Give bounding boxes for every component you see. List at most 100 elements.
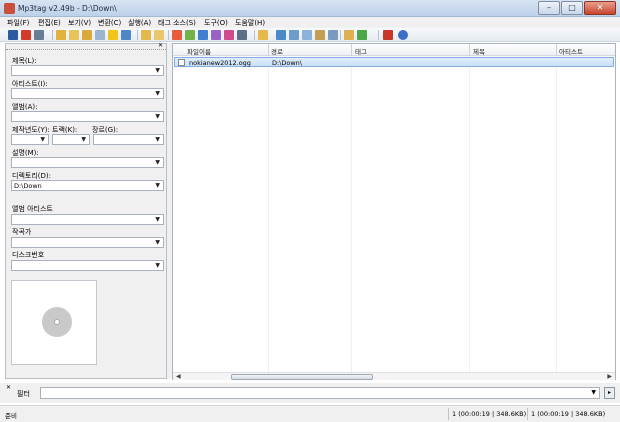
chevron-down-icon: ▼ bbox=[155, 67, 160, 74]
green-disc-icon[interactable] bbox=[357, 30, 367, 40]
chevron-down-icon: ▼ bbox=[155, 113, 160, 120]
status-selected: 1 (00:00:19 | 348.6KB) bbox=[452, 410, 527, 418]
menu-bar: 파일(F) 편집(E) 보기(V) 변환(C) 실행(A) 태그 소스(S) 도… bbox=[0, 17, 620, 28]
filename-to-tag-icon[interactable] bbox=[154, 30, 164, 40]
column-tag[interactable]: 태그 bbox=[355, 46, 367, 56]
playlist-icon[interactable] bbox=[95, 30, 105, 40]
column-artist[interactable]: 아티스트 bbox=[559, 46, 583, 56]
close-panel-icon[interactable]: ✕ bbox=[158, 42, 163, 49]
status-ready: 준비 bbox=[5, 412, 17, 420]
toolbar-separator bbox=[340, 30, 341, 40]
amazon-icon[interactable] bbox=[328, 30, 338, 40]
app-icon bbox=[4, 3, 15, 14]
album-field[interactable]: ▼ bbox=[11, 111, 164, 122]
file-list: 파일이름 경로 태그 제목 아티스트 nokianew2012.ogg D:\D… bbox=[172, 43, 616, 380]
chevron-down-icon: ▼ bbox=[155, 159, 160, 166]
menu-convert[interactable]: 변환(C) bbox=[98, 18, 121, 28]
title-bar: Mp3tag v2.49b - D:\Down\ – □ ✕ bbox=[0, 0, 620, 17]
scrollbar-thumb[interactable] bbox=[231, 374, 373, 380]
chevron-down-icon: ▼ bbox=[155, 90, 160, 97]
chevron-down-icon: ▼ bbox=[155, 136, 160, 143]
title-field[interactable]: ▼ bbox=[11, 65, 164, 76]
filter-label: 필터 bbox=[17, 390, 30, 398]
year-field[interactable]: ▼ bbox=[11, 134, 49, 145]
autonumber-icon[interactable] bbox=[211, 30, 221, 40]
genre-field[interactable]: ▼ bbox=[93, 134, 164, 145]
disc-number-field[interactable]: ▼ bbox=[11, 260, 164, 271]
toolbar-separator bbox=[52, 30, 53, 40]
menu-help[interactable]: 도움말(H) bbox=[235, 18, 265, 28]
chevron-down-icon: ▼ bbox=[81, 136, 86, 143]
undo-icon[interactable] bbox=[34, 30, 44, 40]
cover-art-box[interactable] bbox=[11, 280, 97, 365]
help-icon[interactable] bbox=[398, 30, 408, 40]
artist-field[interactable]: ▼ bbox=[11, 88, 164, 99]
refresh-icon[interactable] bbox=[121, 30, 131, 40]
menu-edit[interactable]: 편집(E) bbox=[38, 18, 61, 28]
save-icon[interactable] bbox=[8, 30, 18, 40]
maximize-button[interactable]: □ bbox=[561, 1, 583, 15]
toolbar-separator bbox=[168, 30, 169, 40]
table-row[interactable]: nokianew2012.ogg D:\Down\ bbox=[174, 57, 614, 67]
toolbar-separator bbox=[137, 30, 138, 40]
cell-path: D:\Down\ bbox=[272, 59, 302, 67]
export-icon[interactable] bbox=[258, 30, 268, 40]
scroll-right-icon[interactable]: ▶ bbox=[607, 373, 612, 380]
close-filter-icon[interactable]: ✕ bbox=[6, 384, 11, 391]
column-filename[interactable]: 파일이름 bbox=[187, 46, 211, 56]
favorite-icon[interactable] bbox=[108, 30, 118, 40]
horizontal-scrollbar[interactable]: ◀ ▶ bbox=[173, 372, 615, 380]
case-icon[interactable] bbox=[224, 30, 234, 40]
menu-tag-sources[interactable]: 태그 소스(S) bbox=[158, 18, 196, 28]
filter-input[interactable]: ▼ bbox=[40, 387, 600, 399]
tag-to-tag-icon[interactable] bbox=[185, 30, 195, 40]
tag-panel-header: ✕ bbox=[6, 42, 166, 50]
close-button[interactable]: ✕ bbox=[584, 1, 616, 15]
musicbrainz-icon[interactable] bbox=[302, 30, 312, 40]
chevron-down-icon: ▼ bbox=[591, 389, 596, 396]
web-source-icon[interactable] bbox=[276, 30, 286, 40]
toolbar-separator bbox=[378, 30, 379, 40]
toolbar bbox=[0, 28, 620, 42]
column-title[interactable]: 제목 bbox=[473, 46, 485, 56]
track-field[interactable]: ▼ bbox=[52, 134, 90, 145]
discogs-icon[interactable] bbox=[315, 30, 325, 40]
stats-icon[interactable] bbox=[383, 30, 393, 40]
album-artist-label: 앨범 아티스트 bbox=[12, 205, 53, 213]
minimize-button[interactable]: – bbox=[538, 1, 560, 15]
freedb-icon[interactable] bbox=[289, 30, 299, 40]
composer-field[interactable]: ▼ bbox=[11, 237, 164, 248]
toolbar-separator bbox=[254, 30, 255, 40]
file-list-header: 파일이름 경로 태그 제목 아티스트 bbox=[173, 44, 615, 56]
open-folder-icon[interactable] bbox=[82, 30, 92, 40]
chart-icon[interactable] bbox=[344, 30, 354, 40]
filter-bar: ✕ 필터 ▼ ▸ bbox=[0, 383, 620, 403]
comment-field[interactable]: ▼ bbox=[11, 157, 164, 168]
chevron-down-icon: ▼ bbox=[155, 239, 160, 246]
chevron-down-icon: ▼ bbox=[40, 136, 45, 143]
remove-tag-icon[interactable] bbox=[21, 30, 31, 40]
tag-panel: ✕ 제목(L): ▼ 아티스트(I): ▼ 앨범(A): ▼ 제작년도(Y): … bbox=[5, 42, 167, 379]
column-path[interactable]: 경로 bbox=[271, 46, 283, 56]
scroll-left-icon[interactable]: ◀ bbox=[176, 373, 181, 380]
chevron-down-icon: ▼ bbox=[155, 182, 160, 189]
status-total: 1 (00:00:19 | 348.6KB) bbox=[531, 410, 606, 418]
change-dir-icon[interactable] bbox=[56, 30, 66, 40]
tag-to-filename-icon[interactable] bbox=[141, 30, 151, 40]
composer-label: 작곡가 bbox=[12, 228, 32, 236]
add-dir-icon[interactable] bbox=[69, 30, 79, 40]
window-title: Mp3tag v2.49b - D:\Down\ bbox=[18, 4, 117, 13]
menu-view[interactable]: 보기(V) bbox=[68, 18, 91, 28]
menu-actions[interactable]: 실행(A) bbox=[128, 18, 151, 28]
directory-field[interactable]: D:\Down ▼ bbox=[11, 180, 164, 191]
album-artist-field[interactable]: ▼ bbox=[11, 214, 164, 225]
menu-file[interactable]: 파일(F) bbox=[7, 18, 29, 28]
filter-go-button[interactable]: ▸ bbox=[604, 387, 615, 399]
cd-icon bbox=[42, 307, 72, 337]
text-to-tag-icon[interactable] bbox=[172, 30, 182, 40]
chevron-down-icon: ▼ bbox=[155, 262, 160, 269]
actions-icon[interactable] bbox=[198, 30, 208, 40]
menu-tools[interactable]: 도구(O) bbox=[204, 18, 228, 28]
options-icon[interactable] bbox=[237, 30, 247, 40]
chevron-down-icon: ▼ bbox=[155, 216, 160, 223]
